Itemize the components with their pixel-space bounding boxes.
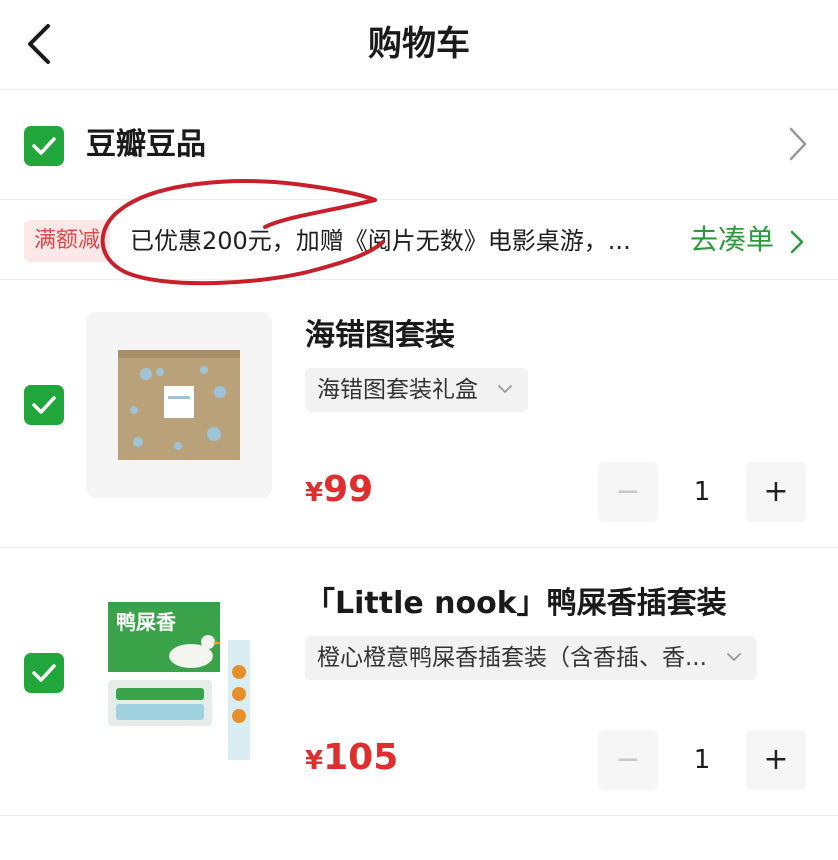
promo-row: 满额减 已优惠200元，加赠《阅片无数》电影桌游，... 去凑单 bbox=[0, 200, 838, 280]
promo-badge: 满额减 bbox=[24, 220, 111, 262]
minus-icon: − bbox=[615, 474, 641, 509]
quantity-value[interactable]: 1 bbox=[666, 462, 738, 522]
plus-icon: + bbox=[763, 742, 789, 777]
add-on-link[interactable]: 去凑单 bbox=[690, 218, 774, 262]
shop-checkbox[interactable] bbox=[24, 126, 64, 166]
product-title[interactable]: 海错图套装 bbox=[305, 314, 455, 358]
check-icon bbox=[32, 664, 56, 682]
cart-item: 海错图套装 海错图套装礼盒 ¥99 − 1 + bbox=[0, 280, 838, 548]
decrease-quantity-button[interactable]: − bbox=[598, 730, 658, 790]
variant-label: 橙心橙意鸭屎香插套装（含香插、香... bbox=[317, 645, 707, 671]
price: ¥99 bbox=[305, 466, 373, 520]
product-image[interactable] bbox=[86, 312, 272, 498]
cart-item: 鸭屎香 「Little nook」鸭屎香插套装 橙心橙意鸭屎香插套装（含香插、香… bbox=[0, 548, 838, 816]
variant-selector[interactable]: 橙心橙意鸭屎香插套装（含香插、香... bbox=[305, 636, 757, 680]
decrease-quantity-button[interactable]: − bbox=[598, 462, 658, 522]
promo-text: 已优惠200元，加赠《阅片无数》电影桌游，... bbox=[130, 227, 631, 255]
gift-box-image bbox=[118, 350, 240, 460]
page-title: 购物车 bbox=[368, 24, 470, 64]
top-bar: 购物车 bbox=[0, 0, 838, 90]
chevron-down-icon bbox=[498, 385, 512, 394]
item-checkbox[interactable] bbox=[24, 653, 64, 693]
quantity-value[interactable]: 1 bbox=[666, 730, 738, 790]
check-icon bbox=[32, 137, 56, 155]
currency-symbol: ¥ bbox=[305, 746, 324, 776]
increase-quantity-button[interactable]: + bbox=[746, 462, 806, 522]
chevron-down-icon bbox=[727, 653, 741, 662]
product-image[interactable]: 鸭屎香 bbox=[86, 580, 272, 766]
chevron-right-icon[interactable] bbox=[788, 126, 808, 162]
incense-set-image bbox=[108, 602, 250, 760]
variant-label: 海错图套装礼盒 bbox=[317, 377, 478, 403]
price-value: 105 bbox=[323, 737, 399, 778]
package-label: 鸭屎香 bbox=[116, 610, 176, 634]
variant-selector[interactable]: 海错图套装礼盒 bbox=[305, 368, 528, 412]
price: ¥105 bbox=[305, 734, 398, 788]
shop-name[interactable]: 豆瓣豆品 bbox=[86, 124, 206, 166]
plus-icon: + bbox=[763, 474, 789, 509]
check-icon bbox=[32, 396, 56, 414]
currency-symbol: ¥ bbox=[305, 478, 324, 508]
chevron-right-icon[interactable] bbox=[790, 230, 804, 254]
minus-icon: − bbox=[615, 742, 641, 777]
shop-row: 豆瓣豆品 bbox=[0, 90, 838, 200]
product-title[interactable]: 「Little nook」鸭屎香插套装 bbox=[305, 582, 727, 626]
price-value: 99 bbox=[323, 469, 374, 510]
item-checkbox[interactable] bbox=[24, 385, 64, 425]
increase-quantity-button[interactable]: + bbox=[746, 730, 806, 790]
